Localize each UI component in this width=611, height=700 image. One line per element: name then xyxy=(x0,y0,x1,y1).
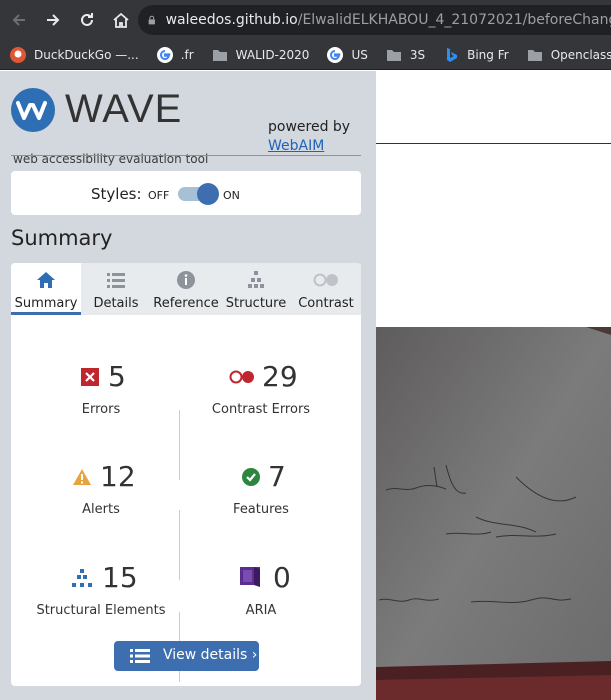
hero-image xyxy=(376,327,611,700)
bing-icon xyxy=(443,47,459,63)
bookmark-label: Bing Fr xyxy=(467,47,509,62)
stat-contrast-errors[interactable]: 29 Contrast Errors xyxy=(176,360,346,430)
contrast-error-icon xyxy=(229,370,254,384)
google-icon xyxy=(327,46,344,63)
home-outline-icon xyxy=(113,12,129,28)
wave-logo-text: WAVE xyxy=(65,87,183,131)
stat-value: 7 xyxy=(268,460,286,493)
bookmark-label: 3S xyxy=(409,47,426,62)
stat-label: Structural Elements xyxy=(36,603,166,618)
stat-errors[interactable]: 5 Errors xyxy=(16,360,186,430)
tab-label: Contrast xyxy=(298,296,354,311)
home-icon xyxy=(37,272,55,288)
folder-icon xyxy=(212,47,228,63)
styles-toggle-knob[interactable] xyxy=(197,183,219,205)
wave-header: WAVE web accessibility evaluation tool p… xyxy=(11,87,361,166)
tab-reference[interactable]: Reference xyxy=(151,263,221,315)
back-button[interactable] xyxy=(4,5,34,35)
reload-icon xyxy=(81,13,93,26)
address-bar[interactable]: waleedos.github.io/ElwalidELKHABOU_4_210… xyxy=(138,5,611,35)
bookmark-bing-fr[interactable]: Bing Fr xyxy=(443,47,509,63)
lock-icon xyxy=(148,15,155,25)
alert-icon xyxy=(73,469,91,485)
stat-structural-elements[interactable]: 15 Structural Elements xyxy=(16,561,186,631)
powered-by-text: powered by xyxy=(268,119,351,135)
stat-value: 5 xyxy=(108,360,126,393)
bookmark-label: DuckDuckGo —... xyxy=(34,47,139,62)
styles-label: Styles: xyxy=(91,185,142,203)
info-icon xyxy=(177,271,195,289)
styles-toggle-box: Styles: OFF ON xyxy=(11,171,361,215)
bookmark-3s[interactable]: 3S xyxy=(386,47,425,63)
back-arrow-icon xyxy=(12,14,25,26)
home-button[interactable] xyxy=(106,5,136,35)
header-divider xyxy=(11,155,361,156)
error-icon xyxy=(81,368,99,386)
reload-button[interactable] xyxy=(72,5,102,35)
feature-icon xyxy=(242,468,260,486)
bookmark-walid-2020[interactable]: WALID-2020 xyxy=(212,47,310,63)
hierarchy-icon xyxy=(248,271,264,288)
powered-by: powered by WebAIM xyxy=(268,118,350,156)
wave-logo-icon xyxy=(11,88,55,132)
page-header-area xyxy=(376,71,611,143)
structure-icon xyxy=(72,569,92,587)
google-icon xyxy=(156,46,173,63)
bookmark-openclassrooms[interactable]: Openclassroo xyxy=(527,47,611,63)
tab-structure[interactable]: Structure xyxy=(221,263,291,315)
panel-tabs: Summary Details Reference Structure Cont… xyxy=(11,263,361,315)
list-icon xyxy=(107,273,125,288)
notebook-photo xyxy=(376,327,611,700)
url-path: /ElwalidELKHABOU_4_21072021/beforeChange… xyxy=(297,12,611,28)
bookmark-label: Openclassroo xyxy=(550,47,611,62)
stat-features[interactable]: 7 Features xyxy=(176,460,346,530)
tab-contrast[interactable]: Contrast xyxy=(291,263,361,315)
stat-value: 0 xyxy=(273,561,291,594)
stat-aria[interactable]: 0 ARIA xyxy=(176,561,346,631)
view-details-button[interactable]: View details › xyxy=(114,641,259,671)
stat-value: 29 xyxy=(262,360,298,393)
tab-label: Structure xyxy=(225,296,287,311)
forward-arrow-icon xyxy=(47,14,60,26)
tab-details[interactable]: Details xyxy=(81,263,151,315)
stat-alerts[interactable]: 12 Alerts xyxy=(16,460,186,530)
browser-toolbar: waleedos.github.io/ElwalidELKHABOU_4_210… xyxy=(0,0,611,40)
bookmark-label: .fr xyxy=(180,47,194,62)
url-host: waleedos.github.io xyxy=(165,12,298,28)
list-icon xyxy=(130,649,150,663)
tab-summary[interactable]: Summary xyxy=(11,263,81,315)
wave-sidebar: WAVE web accessibility evaluation tool p… xyxy=(0,71,376,700)
folder-icon xyxy=(527,47,543,63)
stat-label: Errors xyxy=(81,402,121,417)
view-details-label: View details › xyxy=(163,647,258,663)
bookmark-label: US xyxy=(351,47,368,62)
bookmark-google-fr[interactable]: .fr xyxy=(156,46,194,63)
bookmark-duckduckgo[interactable]: DuckDuckGo —... xyxy=(10,46,139,63)
stat-label: Contrast Errors xyxy=(211,402,311,417)
folder-icon xyxy=(386,47,402,63)
tab-label: Details xyxy=(93,296,139,311)
bookmark-label: WALID-2020 xyxy=(235,47,310,62)
stat-value: 15 xyxy=(102,561,138,594)
summary-panel: Summary Details Reference Structure Cont… xyxy=(11,263,361,686)
styles-off-label: OFF xyxy=(148,189,170,202)
aria-icon xyxy=(240,567,260,587)
contrast-icon xyxy=(313,273,338,287)
forward-button[interactable] xyxy=(38,5,68,35)
stat-label: Features xyxy=(233,502,289,517)
stat-label: ARIA xyxy=(245,603,277,618)
browser-window: waleedos.github.io/ElwalidELKHABOU_4_210… xyxy=(0,0,611,700)
stat-label: Alerts xyxy=(82,502,120,517)
summary-heading: Summary xyxy=(11,226,113,250)
styles-on-label: ON xyxy=(223,189,240,202)
page-divider xyxy=(376,143,611,144)
bookmarks-bar: DuckDuckGo —... .fr WALID-2020 US 3S Bin… xyxy=(0,40,611,70)
webaim-link[interactable]: WebAIM xyxy=(268,137,350,156)
duckduckgo-icon xyxy=(10,46,26,63)
stat-value: 12 xyxy=(100,460,136,493)
tab-label: Reference xyxy=(153,296,219,311)
tab-label: Summary xyxy=(14,296,78,311)
bookmark-google-us[interactable]: US xyxy=(327,46,368,63)
